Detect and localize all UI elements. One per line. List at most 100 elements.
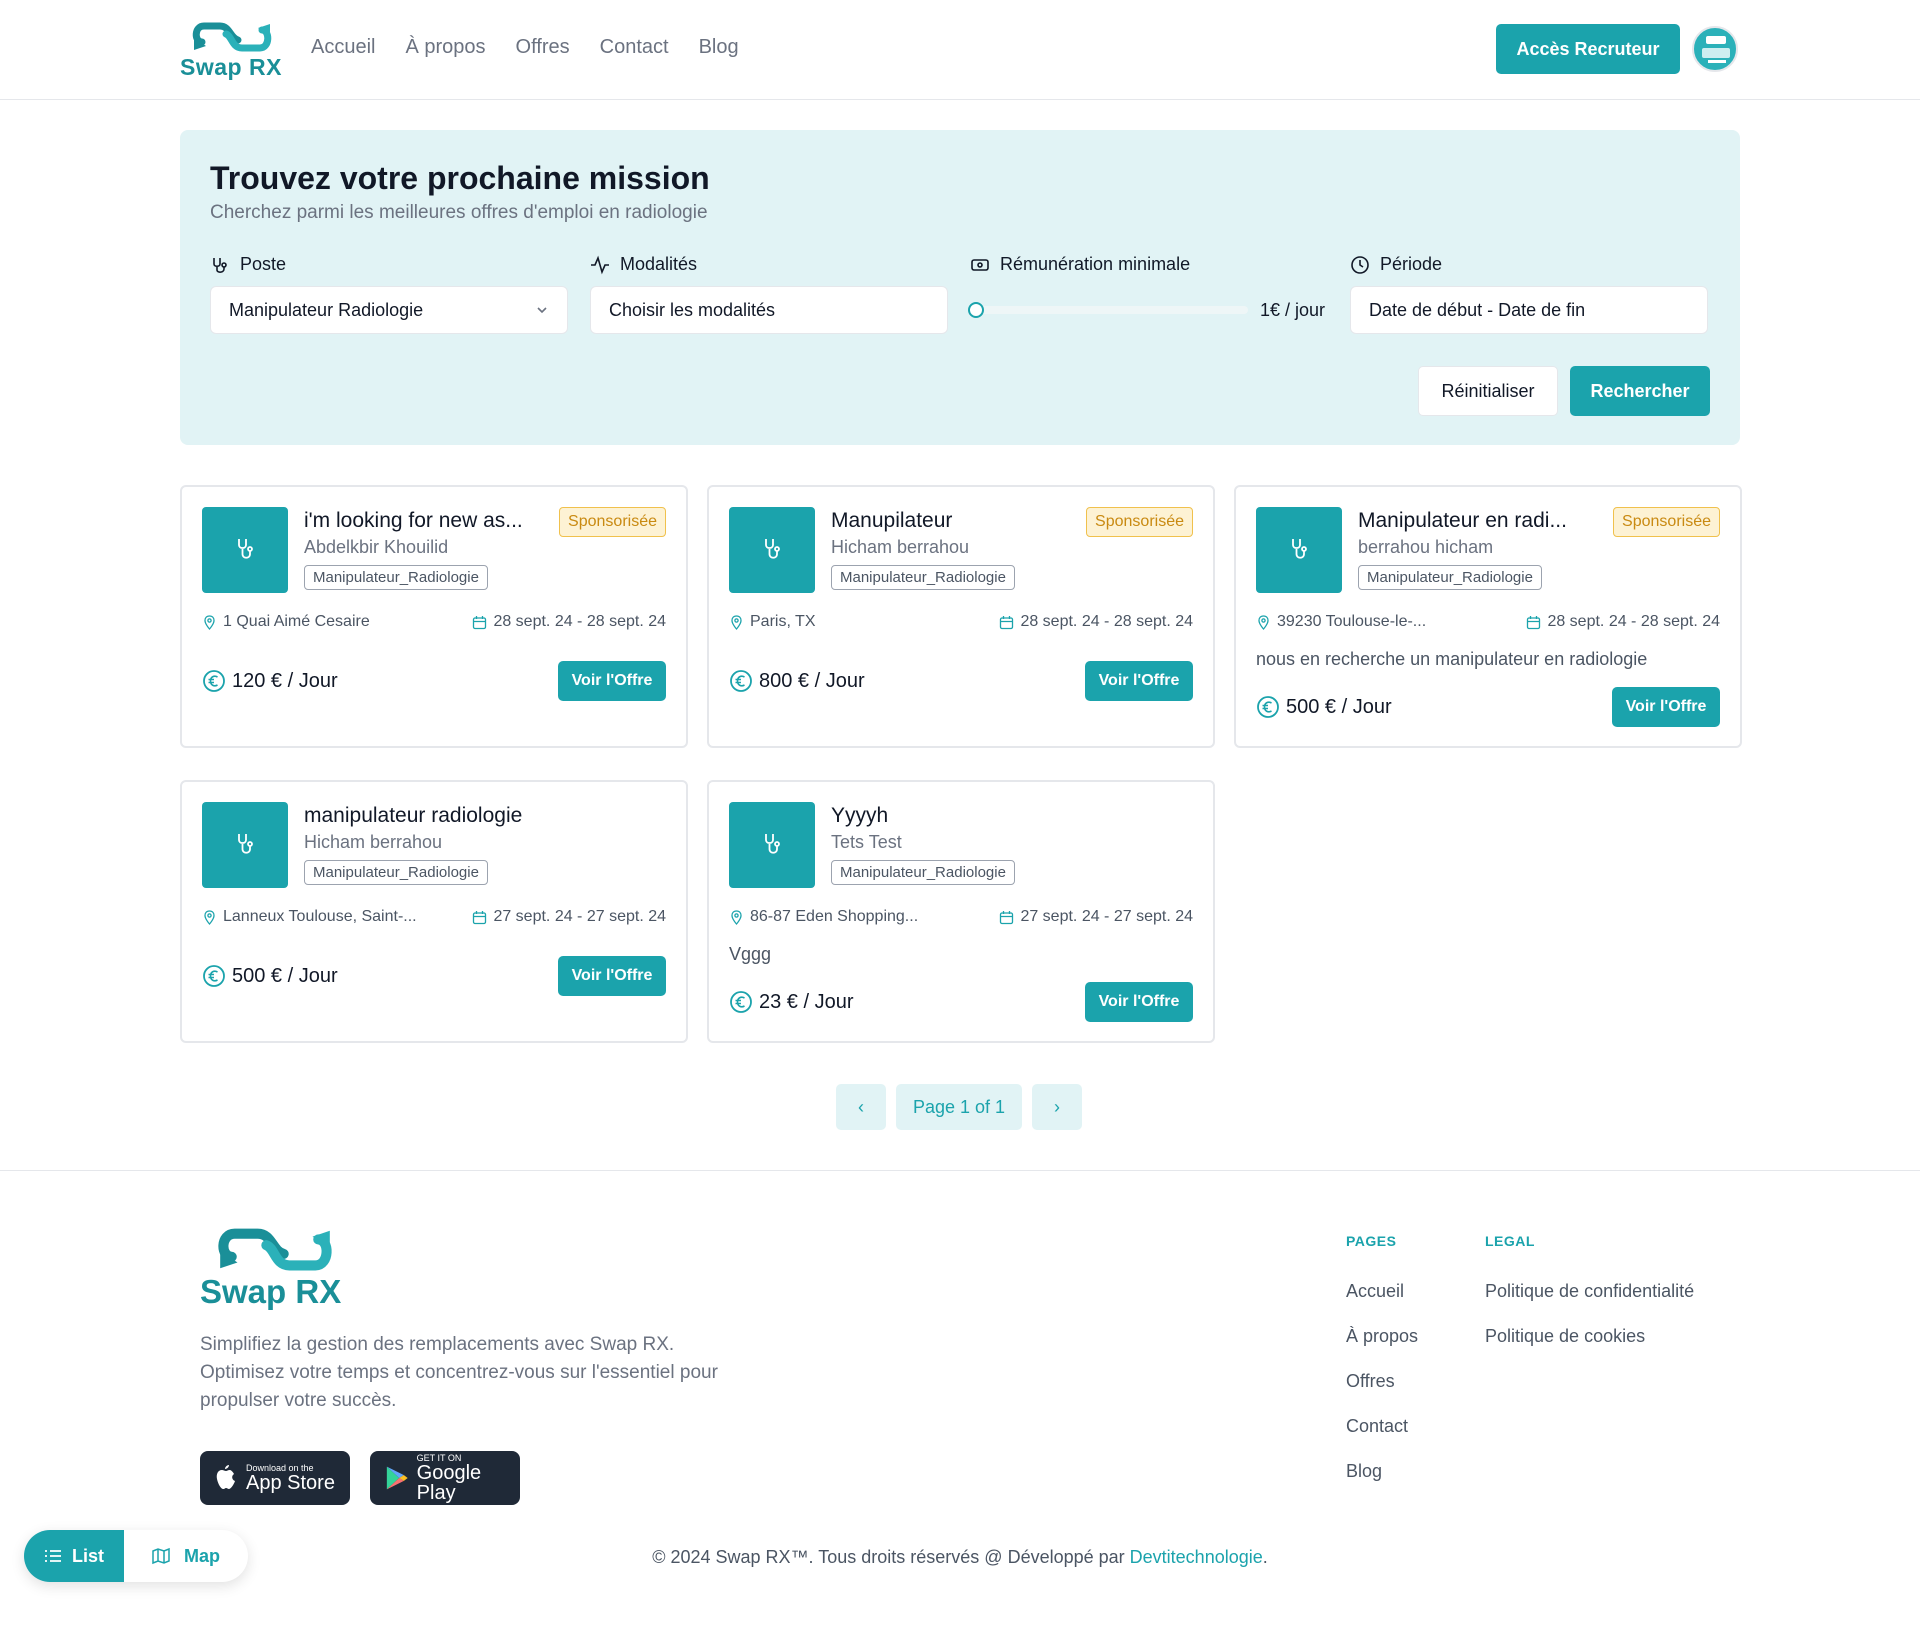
- stethoscope-icon: [1292, 539, 1307, 559]
- logo-mark-icon: [192, 22, 272, 52]
- euro-coin-icon: [1257, 696, 1279, 718]
- footer-link-offres[interactable]: Offres: [1346, 1371, 1395, 1392]
- pagination: ‹ Page 1 of 1 ›: [836, 1084, 1082, 1130]
- nav-offres[interactable]: Offres: [516, 36, 570, 59]
- euro-coin-icon: [203, 670, 225, 692]
- user-avatar[interactable]: [1692, 26, 1738, 72]
- offer-tag: Manipulateur_Radiologie: [304, 860, 488, 885]
- footer-logo-mark-icon: [218, 1228, 332, 1271]
- app-store-button[interactable]: Download on the App Store: [200, 1451, 350, 1505]
- offer-description: Vggg: [729, 944, 772, 964]
- calendar-icon: [1000, 615, 1014, 629]
- euro-coin-icon: [203, 965, 225, 987]
- footer-link-blog[interactable]: Blog: [1346, 1461, 1382, 1482]
- swap-rx-logo[interactable]: Swap RX: [180, 18, 284, 82]
- calendar-icon: [1527, 615, 1541, 629]
- offer-card[interactable]: i'm looking for new as... Abdelkbir Khoui…: [180, 485, 688, 748]
- stethoscope-icon: [238, 539, 253, 559]
- offer-dates: 28 sept. 24 - 28 sept. 24: [999, 613, 1193, 631]
- footer-pages-title: PAGES: [1346, 1233, 1397, 1249]
- slider-thumb[interactable]: [968, 302, 984, 318]
- chevron-left-icon: ‹: [858, 1096, 864, 1117]
- offer-company: Abdelkbir Khouilid: [304, 537, 449, 557]
- footer-link-cookies[interactable]: Politique de cookies: [1485, 1326, 1645, 1347]
- nav-accueil[interactable]: Accueil: [311, 36, 375, 59]
- offer-icon-tile: [202, 802, 288, 888]
- footer-description: Simplifiez la gestion des remplacements …: [200, 1334, 718, 1411]
- nav-contact[interactable]: Contact: [600, 36, 669, 59]
- offer-card[interactable]: manipulateur radiologie Hicham berrahou Ma…: [180, 780, 688, 1043]
- euro-coin-icon: [730, 670, 752, 692]
- main-nav: Accueil À propos Offres Contact Blog: [311, 36, 739, 59]
- offer-icon-tile: [202, 507, 288, 593]
- developer-link[interactable]: Devtitechnologie: [1130, 1547, 1263, 1567]
- calendar-icon: [473, 615, 487, 629]
- chevron-down-icon: [537, 307, 547, 314]
- footer-link-contact[interactable]: Contact: [1346, 1416, 1408, 1437]
- offer-card[interactable]: Yyyyh Tets Test Manipulateur_Radiologie 86-…: [707, 780, 1215, 1043]
- list-view-button[interactable]: List: [24, 1530, 124, 1582]
- remuneration-label: Rémunération minimale: [970, 254, 1190, 275]
- calendar-icon: [1000, 910, 1014, 924]
- location-pin-icon: [204, 909, 215, 925]
- poste-label: Poste: [210, 254, 286, 275]
- view-offer-button[interactable]: Voir l'Offre: [558, 956, 666, 996]
- offer-description: nous en recherche un manipulateur en rad…: [1256, 649, 1648, 669]
- view-offer-button[interactable]: Voir l'Offre: [1085, 661, 1193, 701]
- offer-title[interactable]: Manipulateur en radi...: [1358, 509, 1598, 533]
- poste-select-value: Manipulateur Radiologie: [229, 299, 424, 320]
- next-page-button[interactable]: ›: [1032, 1084, 1082, 1130]
- offer-card[interactable]: Manipulateur en radi... berrahou hicham Ma…: [1234, 485, 1742, 748]
- footer-link-accueil[interactable]: Accueil: [1346, 1281, 1404, 1302]
- search-subtitle: Cherchez parmi les meilleures offres d'e…: [210, 202, 708, 223]
- site-footer: Swap RX Simplifiez la gestion des rempla…: [0, 1170, 1920, 1631]
- offer-tag: Manipulateur_Radiologie: [304, 565, 488, 590]
- offer-title[interactable]: manipulateur radiologie: [304, 804, 544, 828]
- calendar-icon: [473, 910, 487, 924]
- offer-price: 500 € / Jour: [1256, 695, 1392, 719]
- slider-track[interactable]: [968, 302, 1248, 318]
- map-icon: [152, 1547, 170, 1565]
- offer-card[interactable]: Manupilateur Hicham berrahou Manipulateur_…: [707, 485, 1215, 748]
- view-offer-button[interactable]: Voir l'Offre: [1612, 687, 1720, 727]
- reset-button[interactable]: Réinitialiser: [1418, 366, 1558, 416]
- google-play-icon: [386, 1466, 408, 1490]
- offer-tag: Manipulateur_Radiologie: [831, 860, 1015, 885]
- prev-page-button[interactable]: ‹: [836, 1084, 886, 1130]
- recruiter-access-button[interactable]: Accès Recruteur: [1496, 24, 1680, 74]
- nav-blog[interactable]: Blog: [699, 36, 739, 59]
- offer-dates: 27 sept. 24 - 27 sept. 24: [999, 908, 1193, 926]
- remuneration-slider[interactable]: 1€ / jour: [968, 286, 1332, 334]
- offer-icon-tile: [729, 507, 815, 593]
- apple-icon: [216, 1465, 235, 1489]
- location-pin-icon: [1258, 614, 1269, 630]
- periode-date-range[interactable]: Date de début - Date de fin: [1350, 286, 1708, 334]
- poste-select[interactable]: Manipulateur Radiologie: [210, 286, 568, 334]
- periode-label: Période: [1350, 254, 1442, 275]
- google-play-button[interactable]: GET IT ON Google Play: [370, 1451, 520, 1505]
- view-offer-button[interactable]: Voir l'Offre: [1085, 982, 1193, 1022]
- offer-title[interactable]: Manupilateur: [831, 509, 1071, 533]
- footer-logo-text: Swap RX: [200, 1273, 342, 1310]
- footer-legal-title: LEGAL: [1485, 1233, 1535, 1249]
- offer-location: 1 Quai Aimé Cesaire: [202, 613, 370, 631]
- location-pin-icon: [731, 614, 742, 630]
- app-store-big-text: App Store: [246, 1472, 335, 1494]
- offer-icon-tile: [729, 802, 815, 888]
- offer-dates: 28 sept. 24 - 28 sept. 24: [472, 613, 666, 631]
- modalites-select[interactable]: Choisir les modalités: [590, 286, 948, 334]
- footer-logo[interactable]: Swap RX: [200, 1221, 350, 1310]
- offer-location: Paris, TX: [729, 613, 816, 631]
- offer-title[interactable]: i'm looking for new as...: [304, 509, 544, 533]
- chevron-right-icon: ›: [1054, 1096, 1060, 1117]
- map-view-button[interactable]: Map: [124, 1530, 248, 1582]
- nav-a-propos[interactable]: À propos: [405, 36, 485, 59]
- search-panel: Trouvez votre prochaine mission Cherchez…: [180, 130, 1740, 445]
- offer-title[interactable]: Yyyyh: [831, 804, 1071, 828]
- view-offer-button[interactable]: Voir l'Offre: [558, 661, 666, 701]
- search-button[interactable]: Rechercher: [1570, 366, 1710, 416]
- footer-link-privacy[interactable]: Politique de confidentialité: [1485, 1281, 1694, 1302]
- footer-link-a-propos[interactable]: À propos: [1346, 1326, 1418, 1347]
- avatar-icon: [1702, 36, 1730, 63]
- sponsored-badge: Sponsorisée: [559, 507, 666, 537]
